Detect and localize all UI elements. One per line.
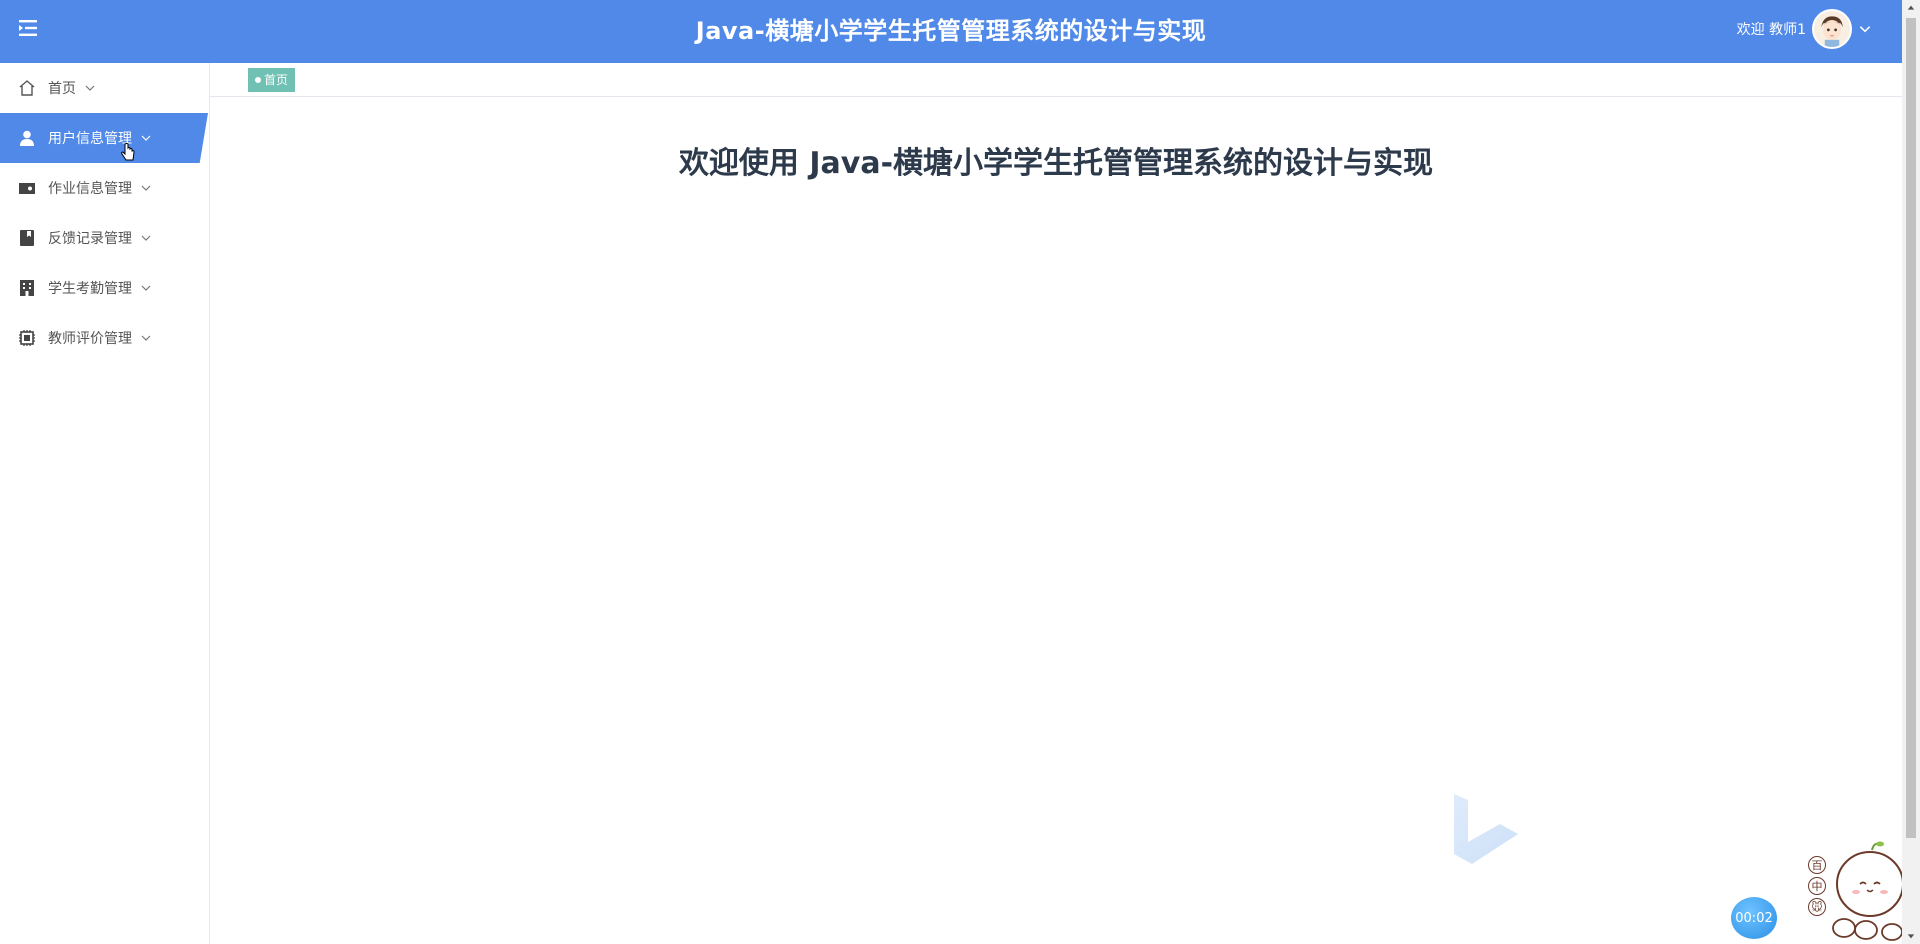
chevron-down-icon — [140, 132, 152, 144]
scroll-down-arrow-icon[interactable] — [1902, 928, 1920, 944]
app-title: Java-横塘小学学生托管管理系统的设计与实现 — [695, 17, 1207, 45]
scroll-up-arrow-icon[interactable] — [1902, 0, 1920, 16]
tag-home[interactable]: 首页 — [248, 67, 296, 92]
timer-badge[interactable]: 00:02 — [1731, 897, 1777, 939]
active-dot-icon — [255, 76, 261, 83]
chevron-down-icon — [140, 332, 152, 344]
sidebar-item-label: 作业信息管理 — [48, 181, 132, 197]
chevron-down-icon[interactable] — [1858, 22, 1872, 36]
user-greeting: 欢迎 教师1 — [1736, 22, 1806, 38]
top-header: Java-横塘小学学生托管管理系统的设计与实现 欢迎 教师1 — [0, 0, 1902, 63]
mascot-character-icon[interactable] — [1832, 840, 1912, 944]
tag-label: 首页 — [264, 73, 289, 87]
hand-cursor-icon — [121, 143, 135, 161]
chip-icon — [18, 329, 36, 347]
sidebar-item-label: 首页 — [48, 81, 76, 97]
sidebar-item-homework[interactable]: 作业信息管理 — [0, 163, 209, 213]
mascot-tool-baidu[interactable]: 百 — [1808, 856, 1826, 874]
avatar[interactable] — [1812, 9, 1852, 49]
mascot-tool-mouse[interactable]: 🐭 — [1808, 898, 1826, 916]
sidebar-item-label: 反馈记录管理 — [48, 231, 132, 247]
main-content: 首页 欢迎使用 Java-横塘小学学生托管管理系统的设计与实现 — [210, 63, 1902, 944]
sidebar-item-attendance[interactable]: 学生考勤管理 — [0, 263, 209, 313]
welcome-heading: 欢迎使用 Java-横塘小学学生托管管理系统的设计与实现 — [678, 146, 1434, 181]
chevron-down-icon — [140, 282, 152, 294]
sidebar-item-teacher-evaluation[interactable]: 教师评价管理 — [0, 313, 209, 363]
sidebar: 首页 用户信息管理 作业信息管理 反馈记录管理 学生考勤管理 教师评价管理 — [0, 63, 210, 944]
sidebar-item-feedback[interactable]: 反馈记录管理 — [0, 213, 209, 263]
page-scrollbar[interactable] — [1902, 0, 1920, 944]
sidebar-item-home[interactable]: 首页 — [0, 63, 209, 113]
scroll-thumb[interactable] — [1906, 18, 1916, 838]
mascot-toolbar: 百 中 🐭 — [1808, 856, 1830, 916]
user-icon — [18, 129, 36, 147]
sidebar-item-label: 学生考勤管理 — [48, 281, 132, 297]
bookmark-icon — [18, 229, 36, 247]
sidebar-item-user-info[interactable]: 用户信息管理 — [0, 113, 208, 163]
user-menu[interactable]: 欢迎 教师1 — [1737, 7, 1872, 51]
building-icon — [18, 279, 36, 297]
chevron-down-icon — [140, 182, 152, 194]
chevron-down-icon — [84, 82, 96, 94]
tags-view: 首页 — [210, 63, 1902, 97]
wallet-icon — [18, 179, 36, 197]
chevron-down-icon — [140, 232, 152, 244]
avatar-face-icon — [1814, 11, 1850, 47]
sidebar-item-label: 教师评价管理 — [48, 331, 132, 347]
bing-logo-icon — [1454, 794, 1518, 864]
home-icon — [18, 79, 36, 97]
mascot-tool-lang[interactable]: 中 — [1808, 877, 1826, 895]
